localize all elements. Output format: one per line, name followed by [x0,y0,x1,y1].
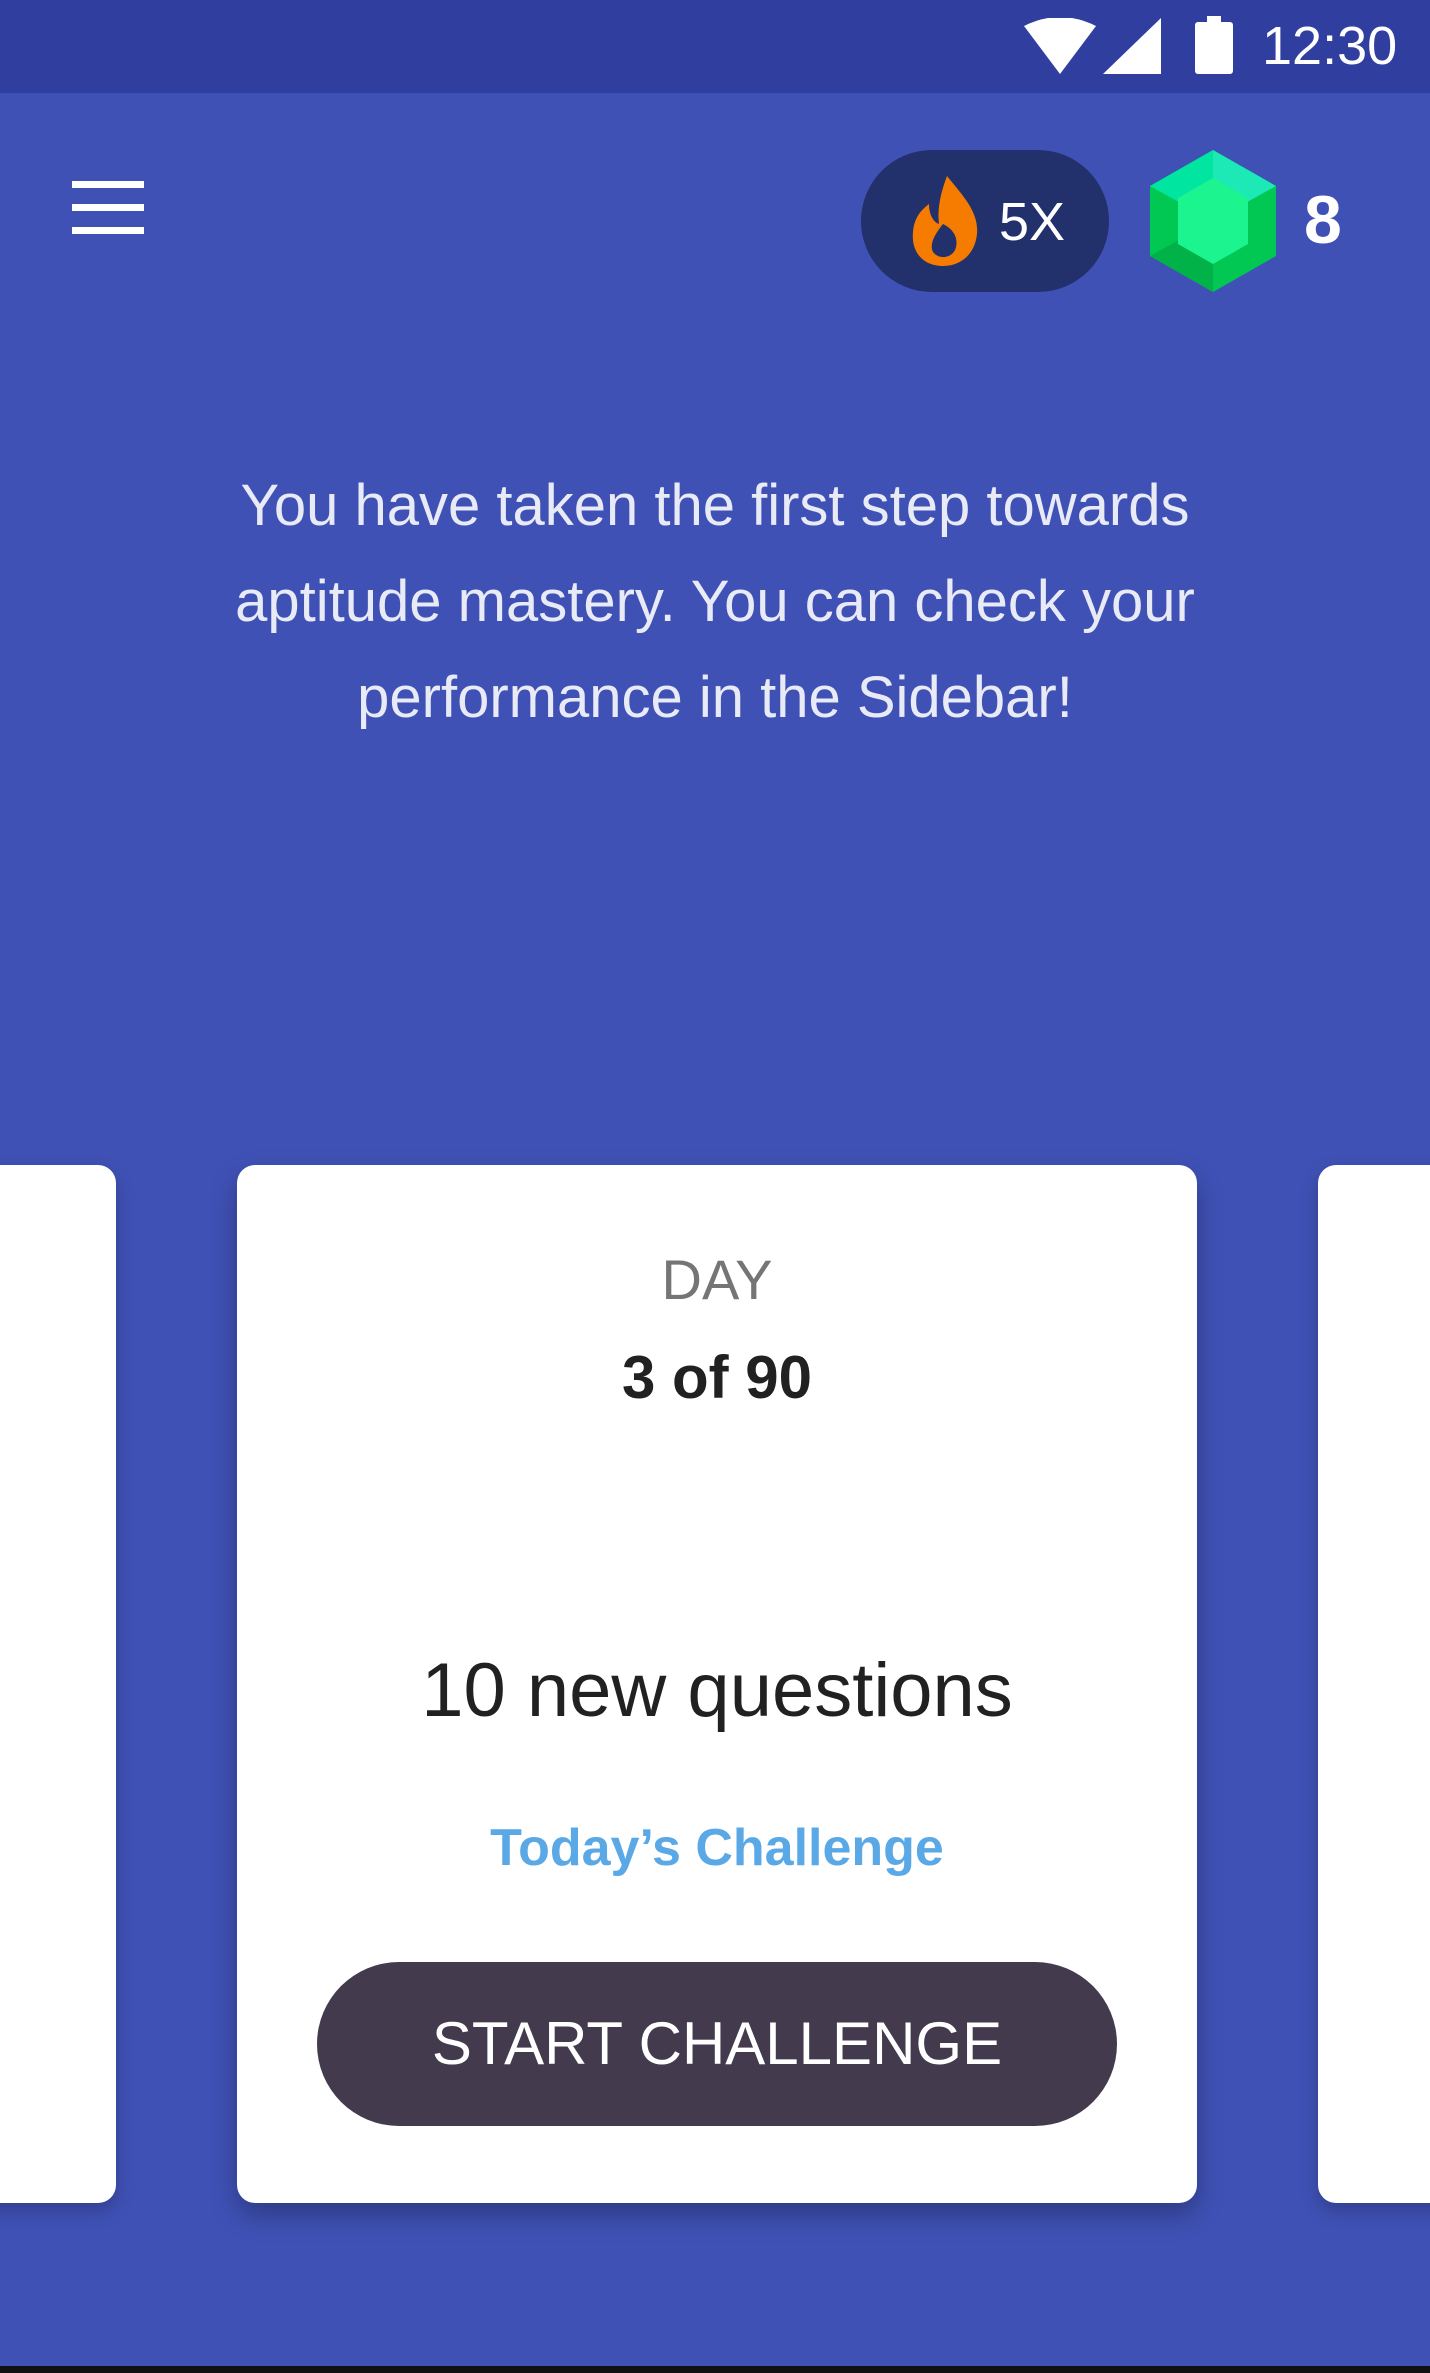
flame-icon [912,176,978,266]
question-count: 10 new questions [421,1648,1013,1733]
battery-icon [1195,16,1233,74]
gem-count: 8 [1304,182,1342,258]
challenge-subtitle: Today’s Challenge [490,1819,944,1877]
streak-count: 5X [999,192,1066,252]
daily-challenge-card: DAY 3 of 90 10 new questions Today’s Cha… [237,1165,1197,2203]
next-day-card[interactable] [1318,1165,1430,2203]
status-time: 12:30 [1262,16,1398,76]
bottom-edge [0,2366,1430,2373]
start-challenge-button[interactable]: START CHALLENGE [317,1962,1117,2126]
status-bar: 12:30 [0,0,1430,93]
day-label: DAY [661,1248,773,1311]
gem-icon[interactable] [1150,150,1276,292]
day-progress: 3 of 90 [621,1344,813,1411]
intro-message: You have taken the first step towards ap… [235,473,1195,730]
signal-icon [1103,18,1161,74]
streak-badge[interactable]: 5X [861,150,1109,292]
previous-day-card[interactable] [0,1165,116,2203]
wifi-icon [1024,18,1096,74]
hamburger-menu-icon[interactable] [62,172,156,244]
